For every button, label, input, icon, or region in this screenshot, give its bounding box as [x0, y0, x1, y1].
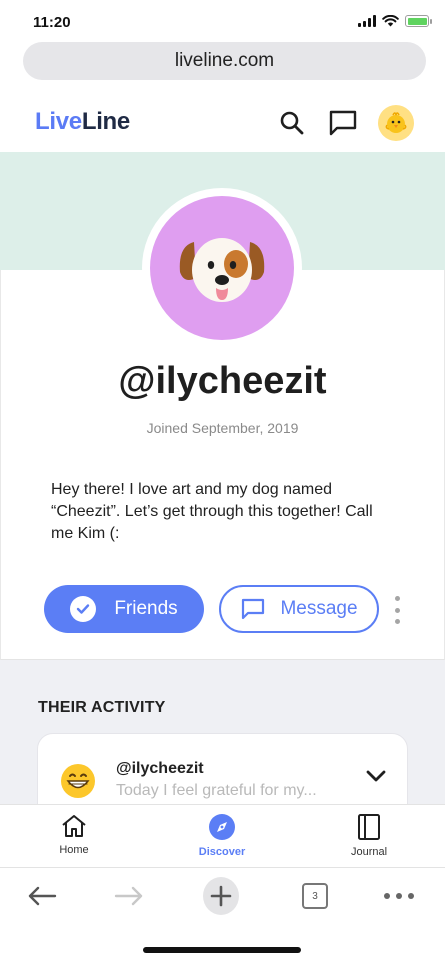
profile-avatar[interactable] — [150, 196, 294, 340]
status-icons — [358, 15, 432, 27]
activity-username: @ilycheezit — [116, 760, 204, 777]
profile-joined-date: Joined September, 2019 — [146, 420, 299, 436]
message-icon — [242, 598, 265, 620]
journal-icon — [358, 814, 380, 840]
message-label: Message — [280, 598, 358, 619]
home-indicator — [143, 947, 301, 953]
profile-username: @ilycheezit — [118, 360, 327, 402]
compass-icon — [209, 814, 235, 840]
logo[interactable]: LiveLine — [35, 108, 130, 136]
activity-title: THEIR ACTIVITY — [38, 699, 166, 716]
bottom-nav: Home Discover Journal — [0, 804, 445, 868]
nav-label-home: Home — [59, 844, 89, 856]
friends-label: Friends — [114, 598, 178, 619]
home-icon — [62, 815, 86, 837]
tab-count: 3 — [302, 883, 328, 909]
more-options-icon[interactable] — [389, 596, 405, 624]
battery-icon — [405, 15, 432, 27]
nav-item-journal[interactable]: Journal — [324, 813, 414, 858]
browser-toolbar: 3 — [0, 868, 445, 924]
friends-button[interactable]: Friends — [44, 585, 204, 633]
search-icon[interactable] — [277, 108, 307, 138]
status-bar: 11:20 — [0, 0, 445, 42]
new-tab-button[interactable] — [203, 877, 239, 915]
plus-icon — [203, 877, 239, 915]
activity-preview: Today I feel grateful for my... — [116, 782, 317, 799]
logo-live: Live — [35, 108, 82, 135]
forward-arrow-icon[interactable] — [111, 878, 147, 914]
url-text: liveline.com — [174, 50, 275, 71]
app-header: LiveLine — [0, 92, 445, 152]
tabs-button[interactable]: 3 — [297, 878, 333, 914]
grinning-face-icon — [59, 762, 97, 808]
url-bar[interactable]: liveline.com — [23, 42, 426, 80]
more-horiz-icon[interactable] — [381, 878, 417, 914]
profile-bio: Hey there! I love art and my dog named “… — [51, 481, 373, 542]
chevron-down-icon[interactable] — [364, 766, 388, 786]
nav-label-discover: Discover — [198, 846, 246, 858]
nav-item-home[interactable]: Home — [29, 813, 119, 856]
status-time: 11:20 — [33, 14, 71, 31]
back-arrow-icon[interactable] — [24, 878, 60, 914]
chat-icon[interactable] — [328, 108, 358, 138]
signal-icon — [358, 15, 376, 27]
chick-icon — [385, 112, 407, 133]
nav-label-journal: Journal — [350, 846, 388, 858]
nav-item-discover[interactable]: Discover — [177, 813, 267, 858]
wifi-icon — [382, 15, 399, 27]
message-button[interactable]: Message — [219, 585, 379, 633]
logo-line: Line — [81, 108, 130, 135]
check-icon — [70, 596, 97, 622]
dog-face-icon — [179, 238, 265, 302]
user-avatar[interactable] — [378, 105, 414, 141]
